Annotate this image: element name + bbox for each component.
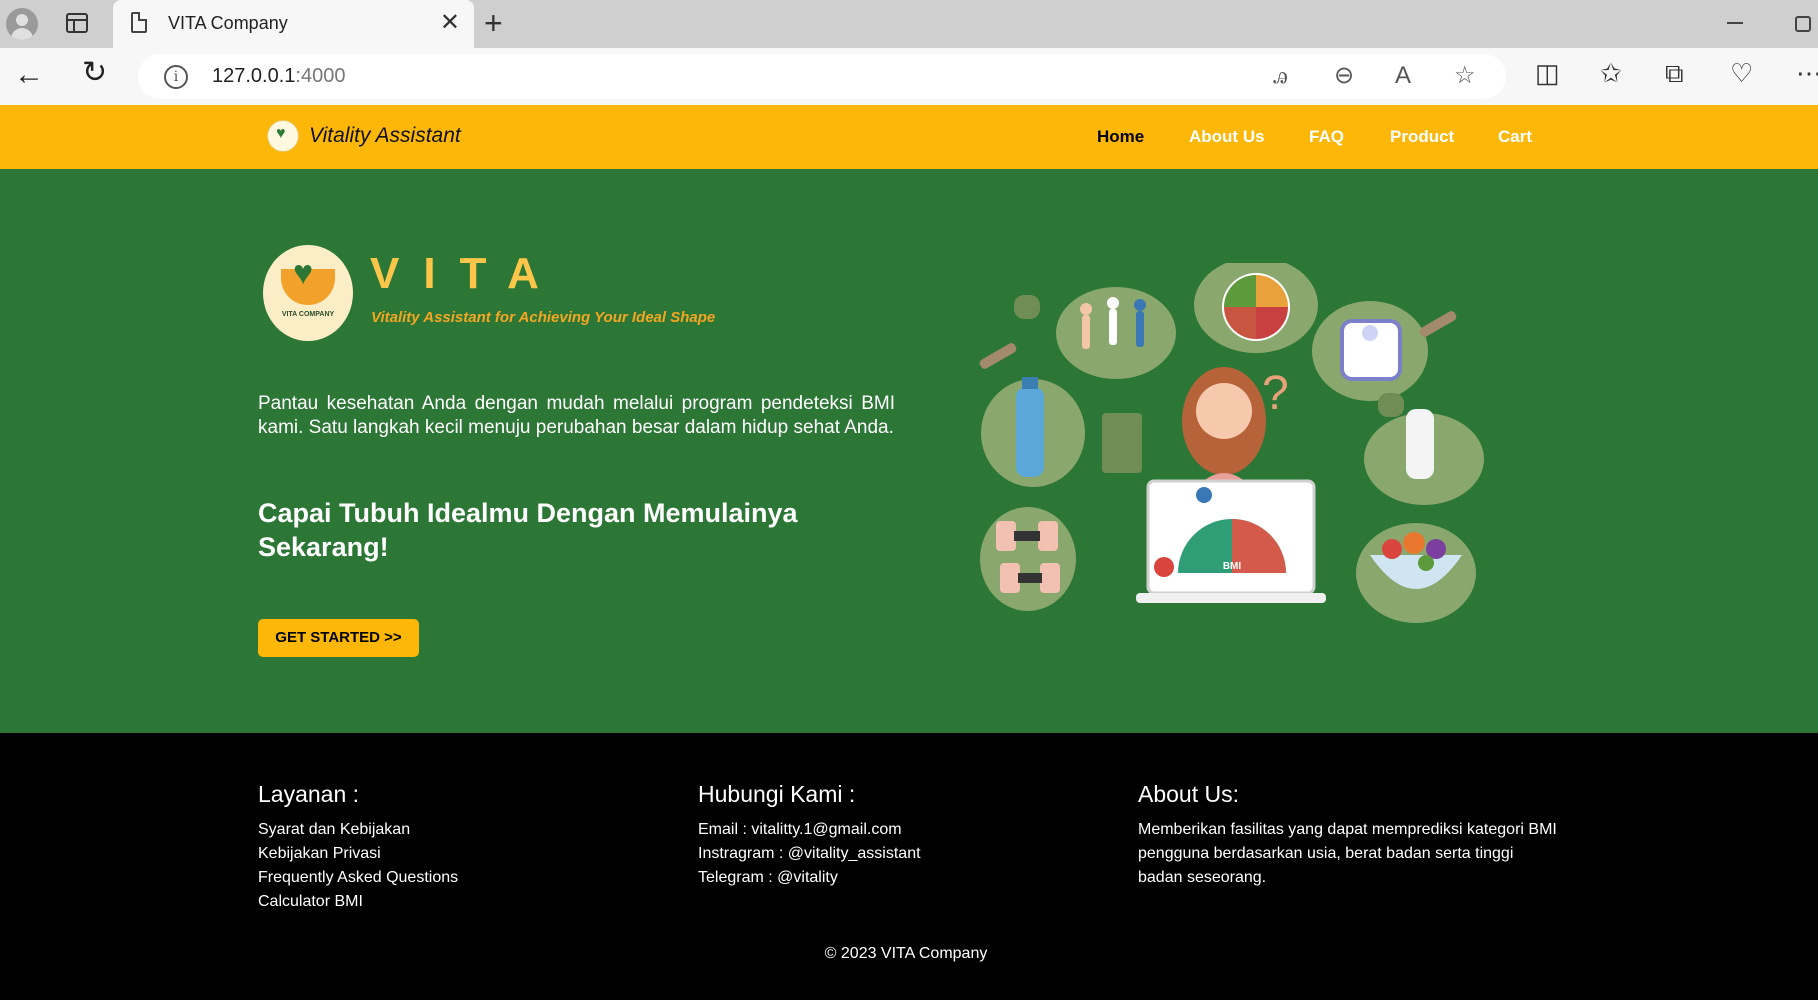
question-mark-icon: ? <box>1262 367 1289 420</box>
favorites-icon[interactable]: ✩ <box>1600 58 1622 88</box>
footer-contact-title: Hubungi Kami : <box>698 781 856 807</box>
browser-tabstrip: VITA Company ✕ + <box>0 0 1818 48</box>
kettlebell-icon <box>1014 295 1040 319</box>
maximize-icon[interactable] <box>1795 16 1811 32</box>
notebook-icon <box>1102 413 1142 473</box>
footer-link-faq[interactable]: Frequently Asked Questions <box>258 866 458 890</box>
profile-icon[interactable] <box>6 8 38 40</box>
footer-contact-instagram[interactable]: Instragram : @vitality_assistant <box>698 842 921 866</box>
nav-about-us[interactable]: About Us <box>1189 127 1265 147</box>
window-bottom-edge <box>0 1000 1818 1005</box>
vita-logo: ♥ VITA COMPANY <box>263 245 353 341</box>
get-started-button[interactable]: GET STARTED >> <box>258 619 419 657</box>
water-bottle-icon <box>1016 387 1044 477</box>
tab-actions-icon[interactable] <box>66 13 88 33</box>
milk-bottle-icon <box>1406 409 1434 479</box>
nav-product[interactable]: Product <box>1390 127 1454 147</box>
runners-icon <box>1080 297 1146 349</box>
footer-about-title: About Us: <box>1138 781 1239 807</box>
footer-link-bmi-calculator[interactable]: Calculator BMI <box>258 890 458 914</box>
hero-description: Pantau kesehatan Anda dengan mudah melal… <box>258 393 895 438</box>
dumbbell-icon <box>1419 311 1457 337</box>
browser-toolbar: ← ↻ i 127.0.0.1:4000 ꭿ ⊖ A ☆ ◫ ✩ ⧉ ♡ ⋯ <box>0 48 1818 105</box>
logo-caption: VITA COMPANY <box>281 311 335 318</box>
url-host: 127.0.0.1 <box>212 65 296 87</box>
footer-services-title: Layanan : <box>258 781 360 807</box>
footer-link-terms[interactable]: Syarat dan Kebijakan <box>258 818 458 842</box>
brand-logo-icon[interactable] <box>267 120 299 152</box>
hero-heading: Capai Tubuh Idealmu Dengan Memulainya Se… <box>258 498 798 562</box>
page-icon <box>131 12 147 33</box>
dumbbell-icon <box>979 343 1017 369</box>
bmi-label: BMI <box>1223 561 1242 572</box>
tab-title: VITA Company <box>168 13 288 33</box>
info-icon[interactable]: i <box>164 65 188 89</box>
back-icon[interactable]: ← <box>14 58 44 92</box>
nav-cart[interactable]: Cart <box>1498 127 1532 147</box>
url-text[interactable]: 127.0.0.1:4000 <box>212 65 345 88</box>
footer-contact: Hubungi Kami : Email : vitalitty.1@gmail… <box>698 781 921 890</box>
browser-tab[interactable]: VITA Company ✕ <box>113 0 474 48</box>
footer-copyright: © 2023 VITA Company <box>824 945 988 962</box>
plus-icon[interactable]: + <box>484 6 503 40</box>
nav-faq[interactable]: FAQ <box>1309 127 1344 147</box>
brand-name[interactable]: Vitality Assistant <box>309 124 461 148</box>
close-icon[interactable]: ✕ <box>440 10 460 36</box>
collections-icon[interactable]: ⧉ <box>1665 58 1684 88</box>
footer-link-privacy[interactable]: Kebijakan Privasi <box>258 842 458 866</box>
web-page: Vitality Assistant Home About Us FAQ Pro… <box>0 105 1818 1000</box>
reload-icon[interactable]: ↻ <box>82 56 107 90</box>
footer-contact-email[interactable]: Email : vitalitty.1@gmail.com <box>698 818 921 842</box>
more-icon[interactable]: ⋯ <box>1796 58 1818 88</box>
translate-icon[interactable]: ꭿ <box>1273 62 1288 90</box>
vita-wordmark: VITA <box>370 249 563 298</box>
woman-face <box>1196 383 1252 439</box>
kettlebell-icon <box>1378 393 1404 417</box>
url-port: :4000 <box>295 65 346 87</box>
site-footer: Layanan : Syarat dan Kebijakan Kebijakan… <box>0 733 1818 1000</box>
footer-contact-telegram[interactable]: Telegram : @vitality <box>698 866 921 890</box>
nav-home[interactable]: Home <box>1097 127 1144 147</box>
footer-services: Layanan : Syarat dan Kebijakan Kebijakan… <box>258 781 458 914</box>
vita-tagline: Vitality Assistant for Achieving Your Id… <box>371 309 716 326</box>
hero-section: ♥ VITA COMPANY VITA Vitality Assistant f… <box>0 169 1818 733</box>
zoom-out-icon[interactable]: ⊖ <box>1334 62 1354 90</box>
read-aloud-icon[interactable]: A <box>1395 62 1411 90</box>
split-screen-icon[interactable]: ◫ <box>1535 58 1560 88</box>
footer-about-text: Memberikan fasilitas yang dapat mempredi… <box>1138 821 1557 886</box>
footer-about: About Us: Memberikan fasilitas yang dapa… <box>1138 781 1558 890</box>
dumbbell-bubble <box>980 507 1076 611</box>
heart-icon: ♥ <box>293 254 314 292</box>
site-navbar: Vitality Assistant Home About Us FAQ Pro… <box>0 105 1818 169</box>
hero-illustration: ? BMI <box>979 263 1484 623</box>
address-bar[interactable]: i 127.0.0.1:4000 ꭿ ⊖ A ☆ <box>138 54 1506 99</box>
minimize-icon[interactable] <box>1727 22 1743 24</box>
favorite-star-icon[interactable]: ☆ <box>1454 62 1476 90</box>
browser-essentials-icon[interactable]: ♡ <box>1730 58 1753 88</box>
